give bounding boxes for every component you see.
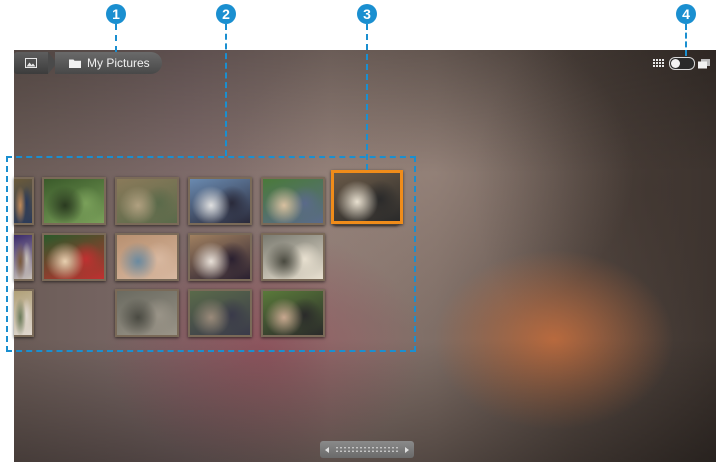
scroll-right-icon[interactable] bbox=[405, 446, 409, 453]
scroll-left-icon[interactable] bbox=[325, 446, 329, 453]
breadcrumb-current-folder[interactable]: My Pictures bbox=[55, 52, 162, 74]
switch-knob[interactable] bbox=[671, 59, 680, 68]
thumbnail-grid-highlight bbox=[6, 156, 416, 352]
view-toggle[interactable] bbox=[653, 57, 710, 70]
breadcrumb-label: My Pictures bbox=[87, 56, 150, 70]
breadcrumb-home[interactable] bbox=[14, 52, 48, 74]
callout-3: 3 bbox=[357, 4, 377, 24]
callout-4-leader bbox=[685, 24, 687, 56]
breadcrumb: My Pictures bbox=[14, 52, 162, 74]
page-scroller[interactable] bbox=[320, 441, 414, 458]
callout-1: 1 bbox=[106, 4, 126, 24]
view-switch[interactable] bbox=[669, 57, 695, 70]
grid-view-icon[interactable] bbox=[653, 59, 666, 68]
pictures-icon bbox=[25, 58, 37, 68]
stack-view-icon[interactable] bbox=[698, 58, 710, 69]
callout-3-leader bbox=[366, 24, 368, 170]
folder-icon bbox=[69, 59, 81, 68]
callout-1-leader bbox=[115, 24, 117, 52]
callout-2: 2 bbox=[216, 4, 236, 24]
scroller-track[interactable] bbox=[335, 446, 399, 453]
callout-2-leader bbox=[225, 24, 227, 156]
callout-4: 4 bbox=[676, 4, 696, 24]
